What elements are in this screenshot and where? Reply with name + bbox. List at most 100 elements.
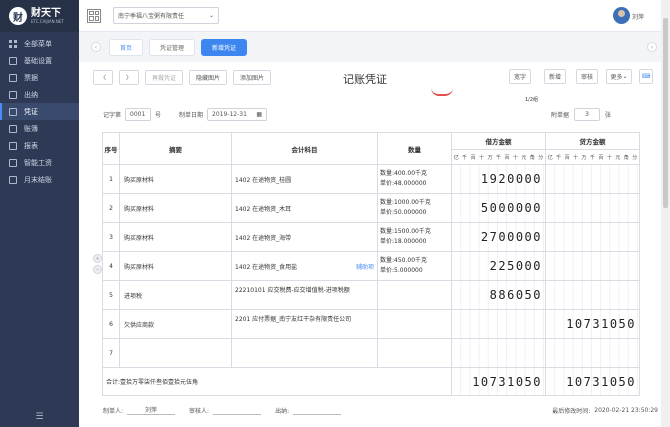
sidebar-item-voucher[interactable]: 凭证 (0, 103, 79, 120)
col-credit: 贷方金额 (545, 132, 640, 150)
audit-button[interactable]: 审核 (576, 69, 598, 84)
logo-subtitle: ETC.CAIJIAN.NET (31, 19, 64, 24)
table-row[interactable]: 6 欠供应商款 2201 应付票据_南宁友红干杂有限责任公司 10731050 (102, 309, 640, 339)
voucher-date-input[interactable]: 2019-12-31 ▦ (207, 108, 268, 121)
unit-label: 分 (538, 154, 544, 161)
settings-icon (9, 56, 17, 65)
table-row[interactable]: 5 进项税 22210101 应交税费-应交增值税-进项税额 886050 (102, 280, 640, 310)
summary-cell[interactable]: 进项税 (119, 280, 232, 310)
tab-scroll-right-icon[interactable]: › (647, 42, 657, 52)
unit-label: 亿 (453, 154, 459, 161)
summary-cell[interactable] (119, 338, 232, 368)
tab-voucher-management[interactable]: 凭证管理 (149, 38, 196, 56)
sidebar-item-reports[interactable]: 报表 (0, 137, 79, 154)
tab-new-voucher[interactable]: 新增凭证 (201, 38, 248, 56)
table-row[interactable]: 1 购买原材料 1402 在途物资_桂圆 数量:400.00千克 单价:48.00… (102, 164, 640, 194)
tab-bar: ‹ 首页 凭证管理 新增凭证 › (79, 32, 661, 62)
more-button[interactable]: 更多 ⌄ (606, 69, 632, 84)
avatar[interactable] (613, 7, 630, 24)
table-row[interactable]: 2 购买原材料 1402 在途物资_木耳 数量:1000.00千克 单价:50.0… (102, 193, 640, 223)
qty-cell[interactable]: 数量:1000.00千克 单价:50.000000 (377, 193, 452, 223)
salary-icon (9, 158, 17, 167)
table-row[interactable]: 7 (102, 338, 640, 368)
sidebar-item-month-closing[interactable]: 月末结账 (0, 171, 79, 188)
subject-cell[interactable]: 1402 在途物资_桂圆 (231, 164, 378, 194)
next-voucher-button[interactable]: 〉 (119, 69, 139, 85)
unit-label: 十 (479, 154, 485, 161)
total-row: 合计:壹拾万零柒仟叁佰壹拾元伍角 10731050 10731050 (102, 367, 640, 396)
qty-cell[interactable]: 数量:400.00千克 单价:48.000000 (377, 164, 452, 194)
font-width-button[interactable]: 宽字 (509, 69, 531, 84)
summary-cell[interactable]: 购买原材料 (119, 251, 232, 281)
cashier-icon (9, 90, 17, 99)
app-grid-icon[interactable] (87, 8, 101, 23)
sidebar-item-cashier[interactable]: 出纳 (0, 86, 79, 103)
summary-cell[interactable]: 购买原材料 (119, 193, 232, 223)
unit-label: 十 (606, 154, 612, 161)
table-row[interactable]: 4 购买原材料 1402 在途物资_食用盐 辅助项 数量:450.00千克 单价:5… (102, 251, 640, 281)
qty-cell[interactable] (377, 280, 452, 310)
credit-cell[interactable] (545, 222, 640, 252)
username: 刘萍 (631, 14, 644, 21)
debit-cell[interactable] (451, 338, 546, 368)
row-insert-icon[interactable]: + (93, 254, 102, 263)
assist-link[interactable]: 辅助项 (356, 262, 374, 271)
subject-cell[interactable]: 1402 在途物资_海带 (231, 222, 378, 252)
add-voucher-button[interactable]: 新增 (544, 69, 566, 84)
subject-cell[interactable]: 2201 应付票据_南宁友红干杂有限责任公司 (231, 309, 378, 339)
voucher-table: 序号 摘要 会计科目 数量 借方金额 贷方金额 亿千百十万千百十元角分 亿千百十… (102, 132, 640, 396)
last-modified: 2020-02-21 23:50:29 (594, 406, 658, 414)
hide-image-button[interactable]: 隐藏图片 (189, 69, 227, 85)
unit-label: 千 (589, 154, 595, 161)
keyboard-icon[interactable]: ⌨ (639, 69, 653, 84)
sidebar-item-basic-settings[interactable]: 基础设置 (0, 52, 79, 69)
qty-cell[interactable] (377, 309, 452, 339)
table-row[interactable]: 3 购买原材料 1402 在途物资_海带 数量:1500.00千克 单价:18.0… (102, 222, 640, 252)
summary-cell[interactable]: 购买原材料 (119, 222, 232, 252)
row-delete-icon[interactable]: − (93, 265, 102, 274)
copy-voucher-button[interactable]: 再做凭证 (145, 69, 183, 85)
summary-cell[interactable]: 欠供应商款 (119, 309, 232, 339)
unit-label: 百 (598, 154, 604, 161)
scrollbar-thumb[interactable] (663, 18, 668, 208)
qty-cell[interactable]: 数量:450.00千克 单价:5.000000 (377, 251, 452, 281)
sidebar-item-salary[interactable]: 智能工资 (0, 154, 79, 171)
tab-home[interactable]: 首页 (109, 38, 144, 56)
summary-cell[interactable]: 购买原材料 (119, 164, 232, 194)
attachment-count-input[interactable]: 3 (574, 108, 601, 121)
logo: 财 财天下 ETC.CAIJIAN.NET (0, 0, 79, 32)
subject-cell[interactable]: 22210101 应交税费-应交增值税-进项税额 (231, 280, 378, 310)
credit-cell[interactable] (545, 338, 640, 368)
subject-cell[interactable]: 1402 在途物资_木耳 (231, 193, 378, 223)
subject-cell[interactable]: 1402 在途物资_食用盐 辅助项 (231, 251, 378, 281)
credit-cell[interactable] (545, 164, 640, 194)
debit-cell[interactable]: 2700000 (451, 222, 546, 252)
add-image-button[interactable]: 添加图片 (233, 69, 271, 85)
subject-cell[interactable] (231, 338, 378, 368)
sidebar-item-ledger[interactable]: 账簿 (0, 120, 79, 137)
qty-cell[interactable] (377, 338, 452, 368)
credit-cell[interactable]: 10731050 (545, 309, 640, 339)
debit-cell[interactable]: 886050 (451, 280, 546, 310)
sidebar-item-receipts[interactable]: 票据 (0, 69, 79, 86)
voucher-number-input[interactable]: 0001 (125, 108, 152, 121)
sidebar-item-all-menu[interactable]: 全部菜单 (0, 35, 79, 52)
voucher-icon (9, 107, 17, 116)
page-scrollbar[interactable] (661, 0, 670, 427)
debit-cell[interactable]: 1920000 (451, 164, 546, 194)
voucher-title: 记账凭证 (343, 73, 387, 86)
collapse-menu-icon[interactable]: ☰ (0, 412, 79, 422)
debit-cell[interactable]: 5000000 (451, 193, 546, 223)
company-select[interactable]: 南宁季福八宝粥有限责任 ⌄ (113, 7, 219, 24)
debit-cell[interactable] (451, 309, 546, 339)
credit-cell[interactable] (545, 280, 640, 310)
maker-value: 刘萍 (127, 405, 176, 415)
prev-voucher-button[interactable]: 〈 (93, 69, 113, 85)
qty-cell[interactable]: 数量:1500.00千克 单价:18.000000 (377, 222, 452, 252)
voucher-footer: 制单人: 刘萍 审核人: 出纳: 最后修改时间: 2020-02-21 23:5… (103, 405, 658, 415)
tab-scroll-left-icon[interactable]: ‹ (91, 42, 101, 52)
col-seq: 序号 (102, 132, 120, 165)
credit-cell[interactable] (545, 251, 640, 281)
credit-cell[interactable] (545, 193, 640, 223)
debit-cell[interactable]: 225000 (451, 251, 546, 281)
